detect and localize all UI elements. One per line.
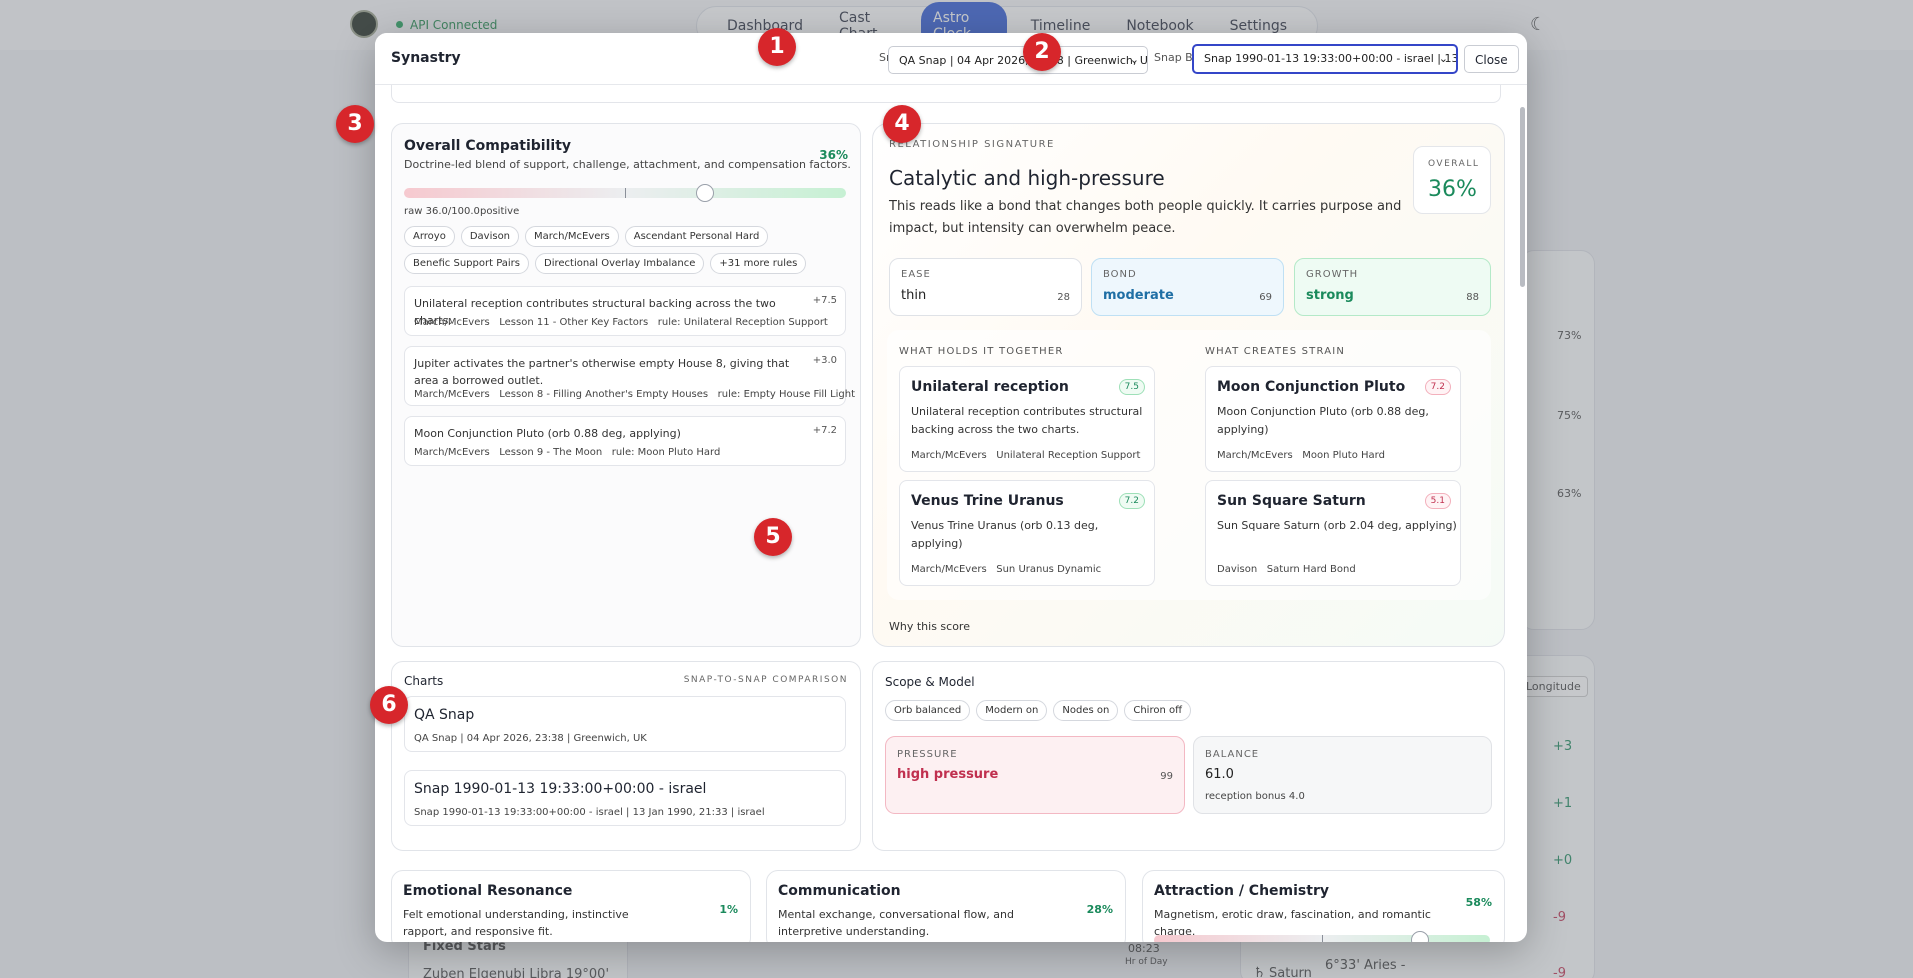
annotation-marker-6: 6 xyxy=(370,686,408,724)
charts-panel: Charts SNAP-TO-SNAP COMPARISON QA Snap Q… xyxy=(391,661,861,851)
close-button[interactable]: Close xyxy=(1464,45,1519,73)
ease-metric: EASE thin 28 xyxy=(889,258,1082,316)
overall-label: OVERALL xyxy=(1428,159,1480,169)
snap-b-label: Snap B xyxy=(1154,51,1193,64)
annotation-marker-2: 2 xyxy=(1023,33,1061,71)
annotation-marker-4: 4 xyxy=(883,105,921,143)
growth-metric: GROWTH strong 88 xyxy=(1294,258,1491,316)
compatibility-panel: Overall Compatibility Doctrine-led blend… xyxy=(391,123,861,647)
more-rules-tag[interactable]: +31 more rules xyxy=(710,253,807,274)
factors-area: WHAT HOLDS IT TOGETHER WHAT CREATES STRA… xyxy=(887,330,1491,600)
support-factor-card[interactable]: Venus Trine Uranus 7.2 Venus Trine Uranu… xyxy=(899,480,1155,586)
signature-title: Catalytic and high-pressure xyxy=(889,166,1165,190)
score-pill: 7.5 xyxy=(1118,379,1145,395)
category-card-attraction[interactable]: Attraction / Chemistry Magnetism, erotic… xyxy=(1142,870,1505,942)
modal-header: Synastry Snap A QA Snap | 04 Apr 2026, 2… xyxy=(375,33,1527,85)
overall-value: 36% xyxy=(1428,177,1477,202)
strain-factor-card[interactable]: Sun Square Saturn 5.1 Sun Square Saturn … xyxy=(1205,480,1461,586)
rule-tag[interactable]: Arroyo xyxy=(404,226,455,247)
compatibility-subtitle: Doctrine-led blend of support, challenge… xyxy=(404,158,851,171)
scope-chip[interactable]: Chiron off xyxy=(1124,700,1191,721)
rule-value: +7.2 xyxy=(812,425,837,436)
chart-card-a[interactable]: QA Snap QA Snap | 04 Apr 2026, 23:38 | G… xyxy=(404,696,846,752)
scope-model-panel: Scope & Model Orb balanced Modern on Nod… xyxy=(872,661,1505,851)
rule-meta: March/McEvers Lesson 11 - Other Key Fact… xyxy=(414,317,828,328)
bar-midpoint xyxy=(625,188,626,198)
modal-body[interactable]: Overall Compatibility Doctrine-led blend… xyxy=(375,85,1515,942)
rule-tags: Arroyo Davison March/McEvers Ascendant P… xyxy=(404,226,850,274)
scope-chips: Orb balanced Modern on Nodes on Chiron o… xyxy=(885,700,1385,721)
chevron-down-icon: ⌄ xyxy=(1438,52,1448,65)
rule-item: Unilateral reception contributes structu… xyxy=(404,286,846,336)
charts-tag: SNAP-TO-SNAP COMPARISON xyxy=(683,675,848,685)
rule-item: Jupiter activates the partner's otherwis… xyxy=(404,346,855,406)
category-card-emotional[interactable]: Emotional Resonance Felt emotional under… xyxy=(391,870,751,942)
category-card-communication[interactable]: Communication Mental exchange, conversat… xyxy=(766,870,1126,942)
rule-tag[interactable]: Ascendant Personal Hard xyxy=(624,226,769,247)
rule-value: +3.0 xyxy=(812,355,837,366)
rule-text: Moon Conjunction Pluto (orb 0.88 deg, ap… xyxy=(414,427,681,440)
snap-b-select[interactable]: Snap 1990-01-13 19:33:00+00:00 - israel … xyxy=(1192,44,1458,74)
bond-metric: BOND moderate 69 xyxy=(1091,258,1284,316)
support-factor-card[interactable]: Unilateral reception 7.5 Unilateral rece… xyxy=(899,366,1155,472)
score-pill: 5.1 xyxy=(1424,493,1451,509)
rule-item: Moon Conjunction Pluto (orb 0.88 deg, ap… xyxy=(404,416,846,466)
charts-title: Charts xyxy=(404,674,444,688)
raw-score: raw 36.0/100.0 xyxy=(404,206,480,217)
attraction-slider-knob[interactable] xyxy=(1411,931,1429,942)
strain-heading: WHAT CREATES STRAIN xyxy=(1205,346,1346,357)
modal-title: Synastry xyxy=(391,50,461,66)
chart-card-b[interactable]: Snap 1990-01-13 19:33:00+00:00 - israel … xyxy=(404,770,846,826)
rule-value: +7.5 xyxy=(812,295,837,306)
pressure-box: PRESSURE high pressure 99 xyxy=(885,736,1185,814)
rule-tag[interactable]: Benefic Support Pairs xyxy=(404,253,529,274)
scope-chip[interactable]: Orb balanced xyxy=(885,700,971,721)
rule-tag[interactable]: March/McEvers xyxy=(525,226,619,247)
polarity-label: positive xyxy=(480,206,520,217)
snap-a-select[interactable]: QA Snap | 04 Apr 2026, 23:38 | Greenwich… xyxy=(888,46,1148,74)
synastry-modal: Synastry Snap A QA Snap | 04 Apr 2026, 2… xyxy=(375,33,1527,942)
annotation-marker-5: 5 xyxy=(754,518,792,556)
strain-factor-card[interactable]: Moon Conjunction Pluto 7.2 Moon Conjunct… xyxy=(1205,366,1461,472)
compatibility-bar xyxy=(404,184,846,202)
score-pill: 7.2 xyxy=(1424,379,1451,395)
rule-meta: March/McEvers Lesson 8 - Filling Another… xyxy=(414,389,856,400)
compatibility-slider-knob[interactable] xyxy=(695,184,714,202)
chevron-down-icon: ⌄ xyxy=(1129,53,1139,66)
rule-tag[interactable]: Directional Overlay Imbalance xyxy=(535,253,705,274)
relationship-signature-panel: RELATIONSHIP SIGNATURE Catalytic and hig… xyxy=(872,123,1505,647)
attraction-bar xyxy=(1154,931,1490,942)
overall-score-box: OVERALL 36% xyxy=(1413,146,1491,214)
holds-heading: WHAT HOLDS IT TOGETHER xyxy=(899,346,1064,357)
signature-eyebrow: RELATIONSHIP SIGNATURE xyxy=(889,139,1055,150)
balance-box: BALANCE 61.0 reception bonus 4.0 xyxy=(1193,736,1492,814)
rule-text: Jupiter activates the partner's otherwis… xyxy=(414,357,790,387)
annotation-marker-1: 1 xyxy=(758,28,796,66)
scope-title: Scope & Model xyxy=(885,675,975,689)
modal-scrollbar[interactable] xyxy=(1520,107,1525,287)
scope-chip[interactable]: Modern on xyxy=(976,700,1048,721)
compatibility-percent: 36% xyxy=(819,148,848,162)
annotation-marker-3: 3 xyxy=(336,105,374,143)
scope-chip[interactable]: Nodes on xyxy=(1053,700,1119,721)
signature-description: This reads like a bond that changes both… xyxy=(889,199,1402,236)
why-this-score-link[interactable]: Why this score xyxy=(889,620,970,633)
rule-meta: March/McEvers Lesson 9 - The Moon rule: … xyxy=(414,447,721,458)
score-pill: 7.2 xyxy=(1118,493,1145,509)
previous-section-edge xyxy=(391,85,1501,103)
rule-tag[interactable]: Davison xyxy=(460,226,520,247)
compatibility-title: Overall Compatibility xyxy=(404,138,572,154)
